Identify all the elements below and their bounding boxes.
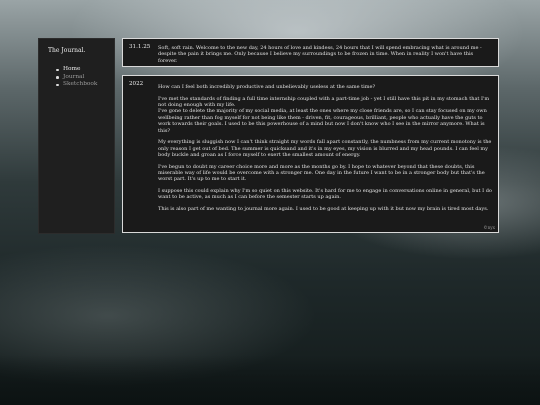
entry-body: How can I feel both incredibly productiv… — [158, 84, 492, 212]
entry-date: 31.1.25 — [129, 44, 151, 50]
entry-paragraph: I've begun to doubt my career choice mor… — [158, 163, 485, 183]
credit-badge[interactable]: ©nyx — [483, 225, 495, 230]
entry-body: Soft, soft rain. Welcome to the new day,… — [158, 45, 492, 64]
nav-list: Home Journal Sketchbook — [54, 66, 97, 89]
nav-item-sketchbook[interactable]: Sketchbook — [54, 81, 97, 89]
site-title: The Journal. — [48, 47, 86, 54]
entry-paragraph: I've met the standards of finding a full… — [158, 95, 490, 134]
nav-item-journal[interactable]: Journal — [54, 74, 97, 82]
entry-paragraph: My everything is sluggish now I can't th… — [158, 139, 492, 159]
entry-paragraph: How can I feel both incredibly productiv… — [158, 84, 376, 90]
entry-paragraph: This is also part of me wanting to journ… — [158, 206, 489, 213]
entry-paragraph: I suppose this could explain why I'm so … — [158, 188, 492, 201]
entry-paragraph: Soft, soft rain. Welcome to the new day,… — [158, 45, 482, 64]
journal-entry: 31.1.25 Soft, soft rain. Welcome to the … — [122, 38, 499, 67]
sidebar: The Journal. Home Journal Sketchbook — [38, 38, 115, 234]
entry-date: 2022 — [129, 81, 144, 87]
nav-item-home[interactable]: Home — [54, 66, 97, 74]
journal-entry: 2022 How can I feel both incredibly prod… — [122, 75, 499, 233]
